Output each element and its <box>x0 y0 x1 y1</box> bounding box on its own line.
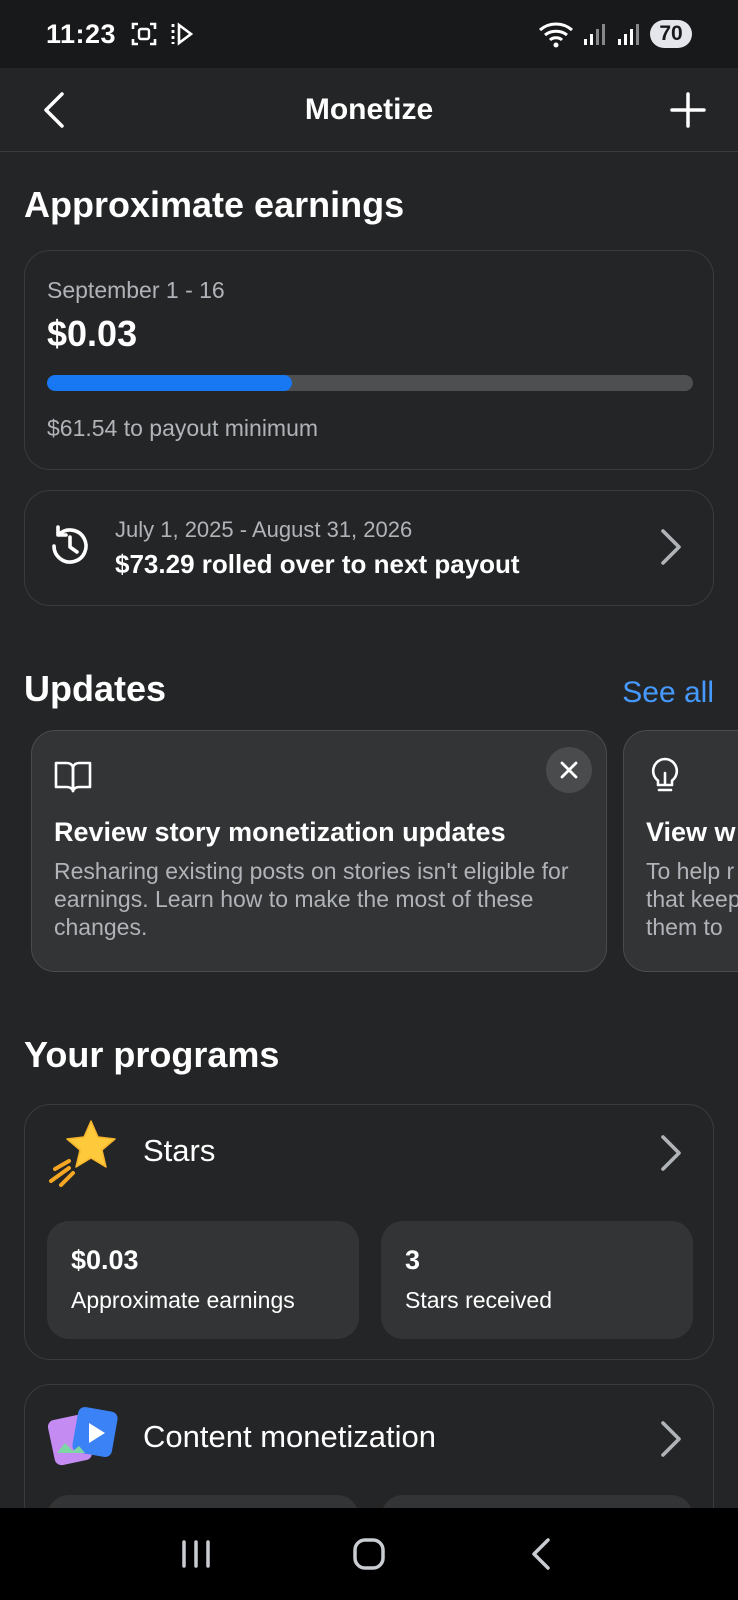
back-icon[interactable] <box>522 1534 562 1574</box>
program-card-stars[interactable]: Stars $0.03 Approximate earnings 3 Stars… <box>24 1104 714 1360</box>
update-title: View w <box>646 817 736 847</box>
page-title: Monetize <box>304 92 434 126</box>
home-icon[interactable] <box>349 1534 389 1574</box>
signal-icon <box>584 24 605 45</box>
stat-label: Approximate earnings <box>71 1287 295 1313</box>
payout-progress-bar <box>47 375 693 391</box>
program-name: Stars <box>143 1133 216 1168</box>
rollover-dates: July 1, 2025 - August 31, 2026 <box>115 517 413 542</box>
rollover-card[interactable]: July 1, 2025 - August 31, 2026 $73.29 ro… <box>24 490 714 606</box>
history-icon <box>52 525 88 564</box>
close-icon <box>560 761 578 779</box>
book-icon <box>54 761 92 793</box>
back-arrow-icon[interactable] <box>36 90 76 130</box>
signal-icon <box>618 24 639 45</box>
update-card-story-monetization[interactable]: Review story monetization updates Reshar… <box>31 730 607 972</box>
lightbulb-icon <box>651 757 679 792</box>
update-title: Review story monetization updates <box>54 817 506 847</box>
chevron-right-icon <box>661 529 681 565</box>
earnings-card: September 1 - 16 $0.03 $61.54 to payout … <box>24 250 714 470</box>
updates-section-title: Updates <box>24 668 167 709</box>
stat-label: Stars received <box>405 1287 553 1313</box>
status-time: 11:23 <box>46 18 117 49</box>
update-card-partial[interactable]: View w To help r that keep them to <box>623 730 738 972</box>
rollover-amount-text: $73.29 rolled over to next payout <box>115 549 520 579</box>
media-icon <box>47 1406 118 1466</box>
see-all-link[interactable]: See all <box>622 676 714 710</box>
app-header: Monetize <box>0 68 738 152</box>
chevron-right-icon <box>661 1135 681 1171</box>
earnings-amount: $0.03 <box>47 313 138 354</box>
stat-stars-received: 3 Stars received <box>381 1221 693 1339</box>
program-name: Content monetization <box>143 1419 436 1454</box>
battery-indicator: 70 <box>650 20 692 48</box>
cast-icon <box>171 22 194 46</box>
dismiss-update-button[interactable] <box>546 747 592 793</box>
status-bar: 11:23 70 <box>0 0 738 68</box>
plus-icon[interactable] <box>666 88 710 132</box>
star-icon <box>49 1120 116 1187</box>
chevron-right-icon <box>661 1421 681 1457</box>
earnings-period: September 1 - 16 <box>47 277 225 303</box>
screenshot-icon <box>131 22 157 46</box>
wifi-icon <box>539 22 573 48</box>
programs-section-title: Your programs <box>24 1034 280 1075</box>
recent-apps-icon[interactable] <box>176 1534 216 1574</box>
stat-value: $0.03 <box>71 1245 139 1275</box>
update-body: To help r that keep them to <box>646 858 738 940</box>
earnings-section-title: Approximate earnings <box>24 184 405 225</box>
update-body: Resharing existing posts on stories isn'… <box>54 858 569 940</box>
payout-remaining-text: $61.54 to payout minimum <box>47 415 319 441</box>
stat-value: 3 <box>405 1245 421 1275</box>
stat-approximate-earnings: $0.03 Approximate earnings <box>47 1221 359 1339</box>
monetize-screen: 11:23 70 Monetize Approximate earnings S… <box>0 0 738 1600</box>
system-nav-bar <box>0 1508 738 1600</box>
payout-progress-fill <box>47 375 293 391</box>
